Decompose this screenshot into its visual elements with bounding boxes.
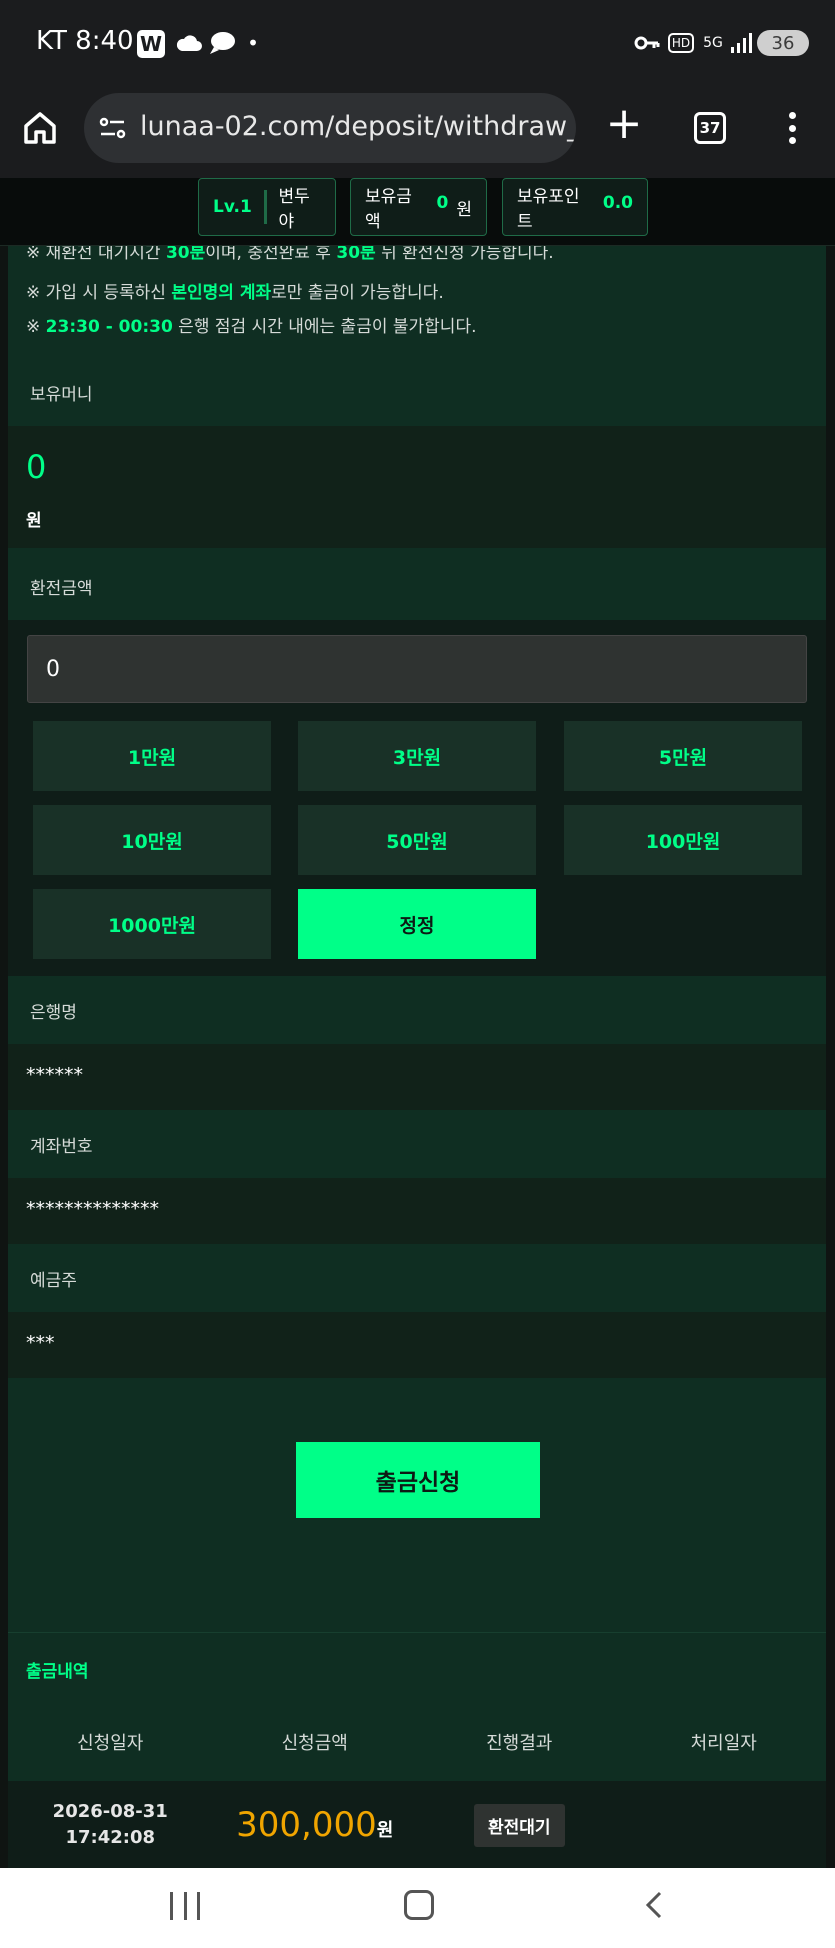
amount-100k-button[interactable]: 10만원 xyxy=(33,805,271,875)
battery-icon: 36 xyxy=(757,30,809,56)
home-icon xyxy=(24,112,56,144)
amount-1m-button[interactable]: 100만원 xyxy=(564,805,802,875)
history-header: 신청일자 신청금액 진행결과 처리일자 xyxy=(8,1711,826,1771)
address-bar[interactable]: lunaa-02.com/deposit/withdraw_c xyxy=(84,93,576,163)
history-status: 환전대기 xyxy=(417,1803,622,1847)
username: 변두야 xyxy=(278,187,310,232)
recent-apps-button[interactable] xyxy=(170,1892,200,1920)
points-badge[interactable]: 보유포인트 0.0 xyxy=(502,178,648,236)
site-settings-icon[interactable] xyxy=(98,113,128,143)
status-time: KT 8:40 xyxy=(36,26,134,56)
balance-label: 보유금액 xyxy=(365,187,412,232)
cloud-icon xyxy=(174,30,204,56)
url-text: lunaa-02.com/deposit/withdraw_c xyxy=(140,111,576,142)
system-navigation-bar xyxy=(0,1868,835,1948)
amount-label: 환전금액 xyxy=(8,552,826,620)
amount-10k-button[interactable]: 1만원 xyxy=(33,721,271,791)
amount-30k-button[interactable]: 3만원 xyxy=(298,721,536,791)
bank-name-label: 은행명 xyxy=(8,976,826,1044)
browser-toolbar: lunaa-02.com/deposit/withdraw_c + 37 xyxy=(0,88,835,178)
amount-10m-button[interactable]: 1000만원 xyxy=(33,889,271,959)
notice-own-account: ※ 가입 시 등록하신 본인명의 계좌로만 출금이 가능합니다. xyxy=(26,283,444,303)
notification-dot-icon: • xyxy=(247,31,259,55)
account-number-value: ************** xyxy=(8,1178,826,1244)
status-bar: KT 8:40 W • HD 5G 36 xyxy=(0,0,835,88)
history-col-date: 신청일자 xyxy=(77,1733,144,1754)
notice-maintenance: ※ 23:30 - 00:30 은행 점검 시간 내에는 출금이 불가합니다. xyxy=(26,317,477,337)
amount-50k-button[interactable]: 5만원 xyxy=(564,721,802,791)
amount-input[interactable]: 0 xyxy=(27,635,807,703)
network-5g-icon: 5G xyxy=(703,35,723,51)
tab-switcher-button[interactable]: 37 xyxy=(694,112,726,144)
amount-section: 0 1만원 3만원 5만원 10만원 50만원 100만원 1000만원 정정 xyxy=(8,620,826,976)
bank-name-value: ****** xyxy=(8,1044,826,1110)
withdraw-page: Lv.1 변두야 보유금액 0 원 보유포인트 0.0 ※ 재환전 대기시간 3… xyxy=(0,178,835,1868)
key-icon xyxy=(632,30,662,56)
history-title: 출금내역 xyxy=(26,1662,89,1682)
money-label: 보유머니 xyxy=(8,358,826,426)
back-button[interactable] xyxy=(640,1890,670,1920)
home-nav-button[interactable] xyxy=(404,1890,434,1920)
history-col-processed: 처리일자 xyxy=(690,1733,757,1754)
reset-amount-button[interactable]: 정정 xyxy=(298,889,536,959)
amount-500k-button[interactable]: 50만원 xyxy=(298,805,536,875)
history-amount-value: 300,000 xyxy=(236,1805,377,1845)
overflow-menu-button[interactable] xyxy=(780,108,804,148)
account-holder-label: 예금주 xyxy=(8,1244,826,1312)
history-col-amount: 신청금액 xyxy=(281,1733,348,1754)
table-row: 2026-08-31 17:42:08 300,000원 환전대기 xyxy=(8,1781,826,1868)
account-holder-value: *** xyxy=(8,1312,826,1378)
level-badge[interactable]: Lv.1 변두야 xyxy=(198,178,336,236)
withdraw-form: ※ 재환전 대기시간 30분이며, 충전완료 후 30분 뒤 환전신청 가능합니… xyxy=(8,243,826,1868)
history-date: 2026-08-31 17:42:08 xyxy=(52,1801,168,1848)
money-display: 0 원 xyxy=(8,426,826,548)
battery-level: 36 xyxy=(771,32,795,54)
money-value: 0 xyxy=(26,448,47,486)
status-badge: 환전대기 xyxy=(473,1803,565,1847)
new-tab-button[interactable]: + xyxy=(604,102,644,146)
history-amount: 300,000원 xyxy=(213,1805,418,1845)
user-level: Lv.1 xyxy=(213,197,252,217)
balance-value: 0 xyxy=(436,193,449,213)
account-number-label: 계좌번호 xyxy=(8,1110,826,1178)
points-value: 0.0 xyxy=(602,193,633,213)
user-info-bar: Lv.1 변두야 보유금액 0 원 보유포인트 0.0 xyxy=(0,178,835,246)
signal-icon xyxy=(730,30,752,56)
home-button[interactable] xyxy=(22,110,62,150)
history-amount-unit: 원 xyxy=(376,1820,394,1841)
money-unit: 원 xyxy=(26,511,42,531)
history-col-status: 진행결과 xyxy=(486,1733,553,1754)
webtoon-app-icon: W xyxy=(137,30,165,58)
hd-voice-icon: HD xyxy=(668,33,694,53)
balance-unit: 원 xyxy=(456,199,472,220)
chat-app-icon xyxy=(207,30,237,56)
submit-section: 출금신청 xyxy=(8,1378,826,1632)
back-icon xyxy=(645,1891,662,1919)
balance-badge[interactable]: 보유금액 0 원 xyxy=(350,178,487,236)
withdraw-submit-button[interactable]: 출금신청 xyxy=(296,1442,540,1518)
withdraw-history: 출금내역 신청일자 신청금액 진행결과 처리일자 2026-08-31 17:4… xyxy=(8,1632,826,1868)
points-label: 보유포인트 xyxy=(517,187,580,232)
